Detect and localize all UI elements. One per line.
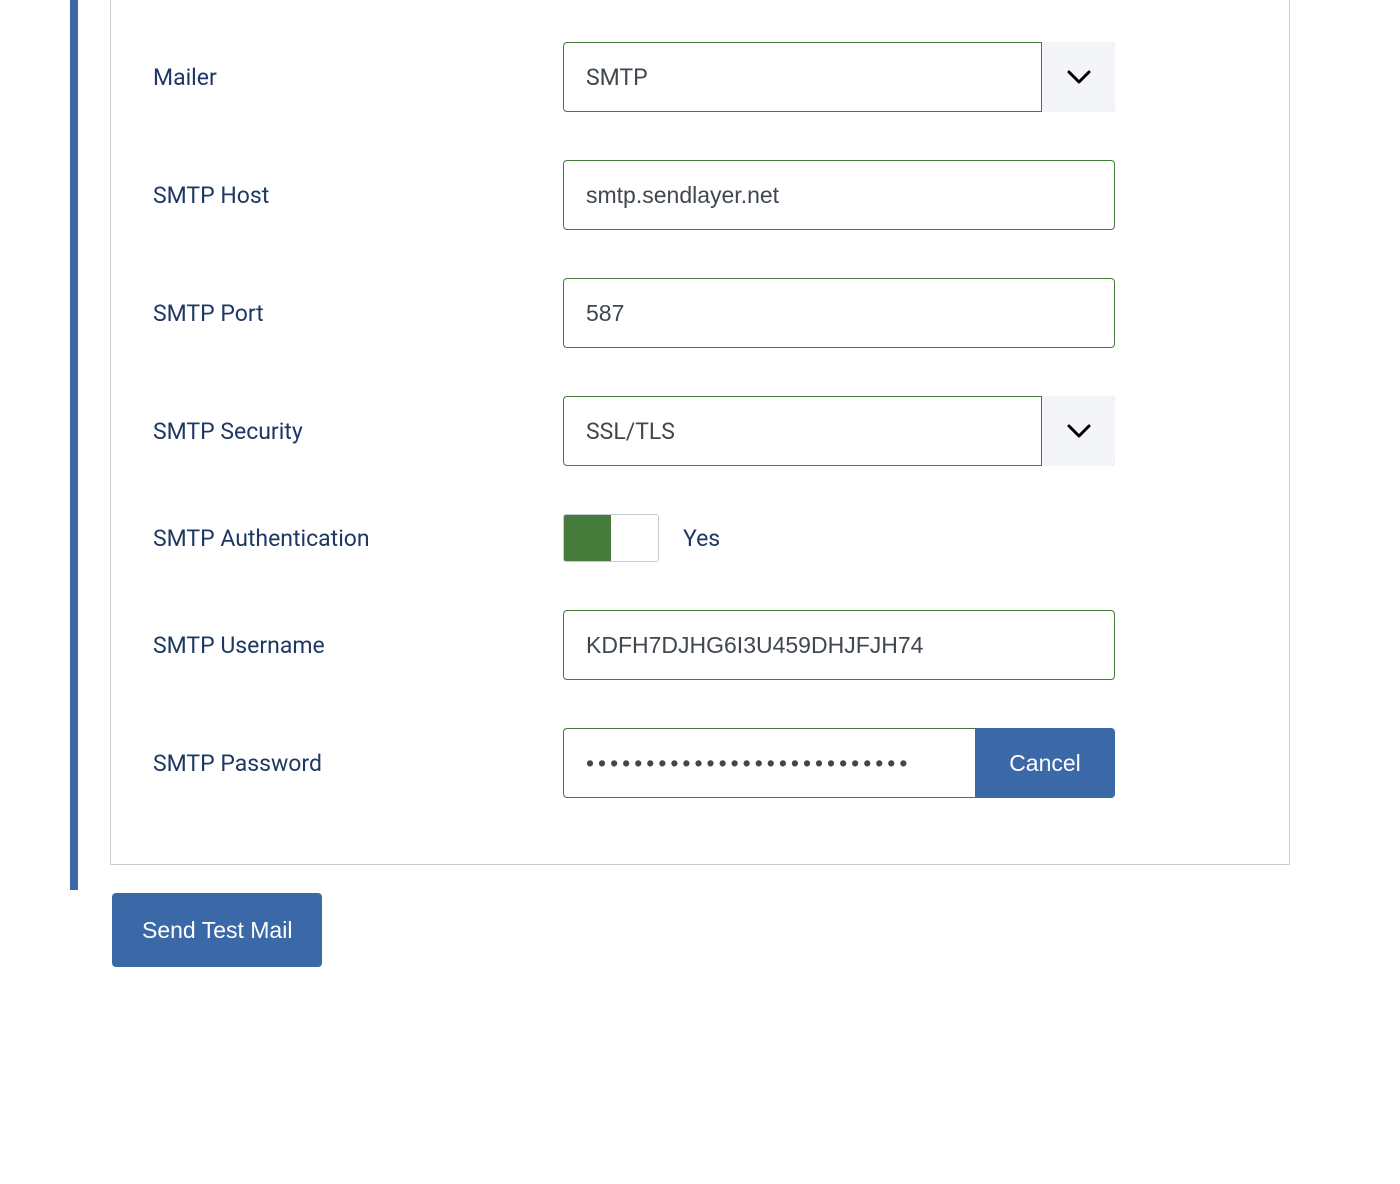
smtp-host-label: SMTP Host (153, 182, 563, 209)
smtp-password-input[interactable] (563, 728, 975, 798)
smtp-security-select[interactable]: SSL/TLS (563, 396, 1115, 466)
cancel-button[interactable]: Cancel (975, 728, 1115, 798)
toggle-on-segment (564, 515, 611, 561)
smtp-auth-row: SMTP Authentication Yes (153, 490, 1247, 586)
smtp-username-label: SMTP Username (153, 632, 563, 659)
smtp-port-label: SMTP Port (153, 300, 563, 327)
mail-settings-panel: Mailer SMTP SMTP Host SMTP Port (110, 0, 1290, 865)
smtp-host-row: SMTP Host (153, 136, 1247, 254)
sidebar-active-indicator (70, 0, 78, 890)
send-test-mail-button[interactable]: Send Test Mail (112, 893, 322, 967)
mailer-select[interactable]: SMTP (563, 42, 1115, 112)
mailer-value: SMTP (586, 64, 648, 91)
mailer-row: Mailer SMTP (153, 18, 1247, 136)
smtp-auth-label: SMTP Authentication (153, 525, 563, 552)
smtp-security-value: SSL/TLS (586, 418, 675, 445)
smtp-password-row: SMTP Password Cancel (153, 704, 1247, 822)
smtp-host-input[interactable] (563, 160, 1115, 230)
smtp-security-row: SMTP Security SSL/TLS (153, 372, 1247, 490)
toggle-off-segment (611, 515, 658, 561)
smtp-port-input[interactable] (563, 278, 1115, 348)
smtp-username-input[interactable] (563, 610, 1115, 680)
mailer-label: Mailer (153, 64, 563, 91)
smtp-auth-toggle[interactable] (563, 514, 659, 562)
smtp-security-label: SMTP Security (153, 418, 563, 445)
smtp-port-row: SMTP Port (153, 254, 1247, 372)
smtp-password-label: SMTP Password (153, 750, 563, 777)
smtp-username-row: SMTP Username (153, 586, 1247, 704)
smtp-auth-value: Yes (683, 525, 720, 552)
